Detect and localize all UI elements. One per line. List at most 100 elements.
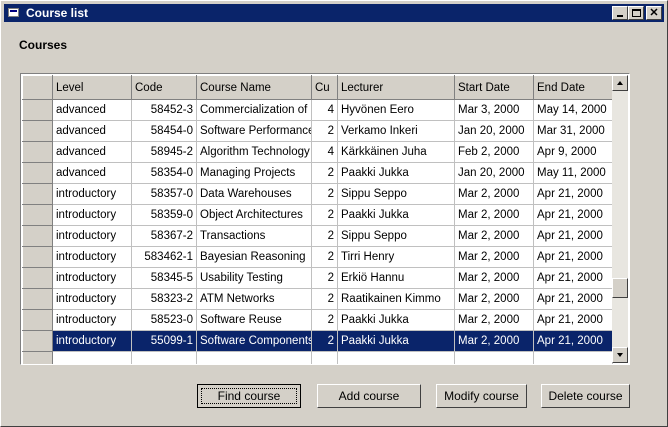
row-selector[interactable] (22, 120, 53, 142)
cell-empty[interactable] (196, 351, 312, 364)
cell-code[interactable]: 58523-0 (131, 309, 197, 331)
close-button[interactable]: ✕ (646, 6, 662, 20)
column-header-credits[interactable]: Cu (311, 75, 338, 100)
cell-level[interactable]: introductory (52, 309, 132, 331)
cell-course-name[interactable]: ATM Networks (196, 288, 312, 310)
cell-code[interactable]: 58945-2 (131, 141, 197, 163)
cell-empty[interactable] (52, 351, 132, 364)
cell-end-date[interactable]: May 14, 2000 (533, 99, 613, 121)
cell-credits[interactable]: 2 (311, 288, 338, 310)
table-row[interactable]: introductory 58359-0 Object Architectures 2… (22, 204, 613, 226)
modify-course-button[interactable]: Modify course (436, 384, 527, 408)
cell-start-date[interactable]: Mar 2, 2000 (454, 225, 534, 247)
cell-course-name[interactable]: Software Components (196, 330, 312, 352)
cell-level[interactable]: introductory (52, 225, 132, 247)
column-header-end-date[interactable]: End Date (533, 75, 613, 100)
maximize-button[interactable] (628, 6, 644, 20)
row-selector[interactable] (22, 309, 53, 331)
cell-code[interactable]: 58323-2 (131, 288, 197, 310)
cell-credits[interactable]: 2 (311, 330, 338, 352)
cell-empty[interactable] (533, 351, 613, 364)
cell-lecturer[interactable]: Sippu Seppo (337, 225, 455, 247)
row-selector[interactable] (22, 162, 53, 184)
cell-lecturer[interactable]: Paakki Jukka (337, 309, 455, 331)
column-header-course-name[interactable]: Course Name (196, 75, 312, 100)
cell-start-date[interactable]: Feb 2, 2000 (454, 141, 534, 163)
cell-end-date[interactable]: Apr 21, 2000 (533, 267, 613, 289)
cell-credits[interactable]: 2 (311, 267, 338, 289)
cell-code[interactable]: 58359-0 (131, 204, 197, 226)
cell-empty[interactable] (311, 351, 338, 364)
empty-row[interactable] (22, 351, 613, 364)
cell-code[interactable]: 58354-0 (131, 162, 197, 184)
column-header-lecturer[interactable]: Lecturer (337, 75, 455, 100)
cell-credits[interactable]: 2 (311, 225, 338, 247)
cell-level[interactable]: introductory (52, 288, 132, 310)
cell-level[interactable]: advanced (52, 99, 132, 121)
cell-level[interactable]: introductory (52, 204, 132, 226)
cell-code[interactable]: 583462-1 (131, 246, 197, 268)
cell-course-name[interactable]: Bayesian Reasoning (196, 246, 312, 268)
table-row[interactable]: introductory 58323-2 ATM Networks 2 Raatikai… (22, 288, 613, 310)
cell-code[interactable]: 58367-2 (131, 225, 197, 247)
cell-credits[interactable]: 2 (311, 204, 338, 226)
cell-start-date[interactable]: Mar 3, 2000 (454, 99, 534, 121)
row-selector[interactable] (22, 288, 53, 310)
cell-start-date[interactable]: Jan 20, 2000 (454, 162, 534, 184)
cell-lecturer[interactable]: Tirri Henry (337, 246, 455, 268)
cell-level[interactable]: advanced (52, 120, 132, 142)
cell-empty[interactable] (454, 351, 534, 364)
table-row[interactable]: advanced 58354-0 Managing Projects 2 Paakki … (22, 162, 613, 184)
cell-start-date[interactable]: Jan 20, 2000 (454, 120, 534, 142)
cell-lecturer[interactable]: Raatikainen Kimmo (337, 288, 455, 310)
app-icon[interactable] (7, 6, 21, 20)
cell-lecturer[interactable]: Erkiö Hannu (337, 267, 455, 289)
corner-header[interactable] (22, 75, 53, 100)
vertical-scrollbar[interactable] (612, 75, 628, 363)
cell-start-date[interactable]: Mar 2, 2000 (454, 288, 534, 310)
cell-code[interactable]: 58357-0 (131, 183, 197, 205)
cell-code[interactable]: 55099-1 (131, 330, 197, 352)
cell-start-date[interactable]: Mar 2, 2000 (454, 309, 534, 331)
cell-course-name[interactable]: Usability Testing (196, 267, 312, 289)
cell-course-name[interactable]: Algorithm Technology (196, 141, 312, 163)
cell-level[interactable]: introductory (52, 330, 132, 352)
cell-end-date[interactable]: Apr 21, 2000 (533, 225, 613, 247)
row-selector[interactable] (22, 99, 53, 121)
row-selector[interactable] (22, 204, 53, 226)
scroll-up-button[interactable] (612, 75, 628, 91)
cell-end-date[interactable]: Apr 21, 2000 (533, 246, 613, 268)
table-row[interactable]: introductory 58345-5 Usability Testing 2 Erk… (22, 267, 613, 289)
cell-empty[interactable] (131, 351, 197, 364)
cell-lecturer[interactable]: Kärkkäinen Juha (337, 141, 455, 163)
cell-end-date[interactable]: Apr 9, 2000 (533, 141, 613, 163)
table-row[interactable]: introductory 583462-1 Bayesian Reasoning 2 T… (22, 246, 613, 268)
cell-course-name[interactable]: Object Architectures (196, 204, 312, 226)
cell-lecturer[interactable]: Paakki Jukka (337, 204, 455, 226)
table-row[interactable]: advanced 58454-0 Software Performance 2 Verk… (22, 120, 613, 142)
minimize-button[interactable] (612, 6, 628, 20)
cell-level[interactable]: advanced (52, 162, 132, 184)
table-row[interactable]: introductory 55099-1 Software Components 2 P… (22, 330, 613, 352)
table-row[interactable]: advanced 58945-2 Algorithm Technology 4 Kärk… (22, 141, 613, 163)
cell-code[interactable]: 58345-5 (131, 267, 197, 289)
cell-end-date[interactable]: Apr 21, 2000 (533, 330, 613, 352)
cell-lecturer[interactable]: Paakki Jukka (337, 330, 455, 352)
cell-code[interactable]: 58452-3 (131, 99, 197, 121)
cell-course-name[interactable]: Commercialization of Sc (196, 99, 312, 121)
cell-course-name[interactable]: Data Warehouses (196, 183, 312, 205)
cell-end-date[interactable]: Apr 21, 2000 (533, 288, 613, 310)
cell-level[interactable]: introductory (52, 246, 132, 268)
cell-end-date[interactable]: Apr 21, 2000 (533, 204, 613, 226)
add-course-button[interactable]: Add course (317, 384, 421, 408)
row-selector[interactable] (22, 267, 53, 289)
column-header-level[interactable]: Level (52, 75, 132, 100)
cell-start-date[interactable]: Mar 2, 2000 (454, 330, 534, 352)
cell-lecturer[interactable]: Hyvönen Eero (337, 99, 455, 121)
cell-lecturer[interactable]: Paakki Jukka (337, 162, 455, 184)
cell-course-name[interactable]: Transactions (196, 225, 312, 247)
cell-start-date[interactable]: Mar 2, 2000 (454, 204, 534, 226)
scroll-thumb[interactable] (612, 278, 628, 298)
cell-end-date[interactable]: May 11, 2000 (533, 162, 613, 184)
row-selector[interactable] (22, 183, 53, 205)
